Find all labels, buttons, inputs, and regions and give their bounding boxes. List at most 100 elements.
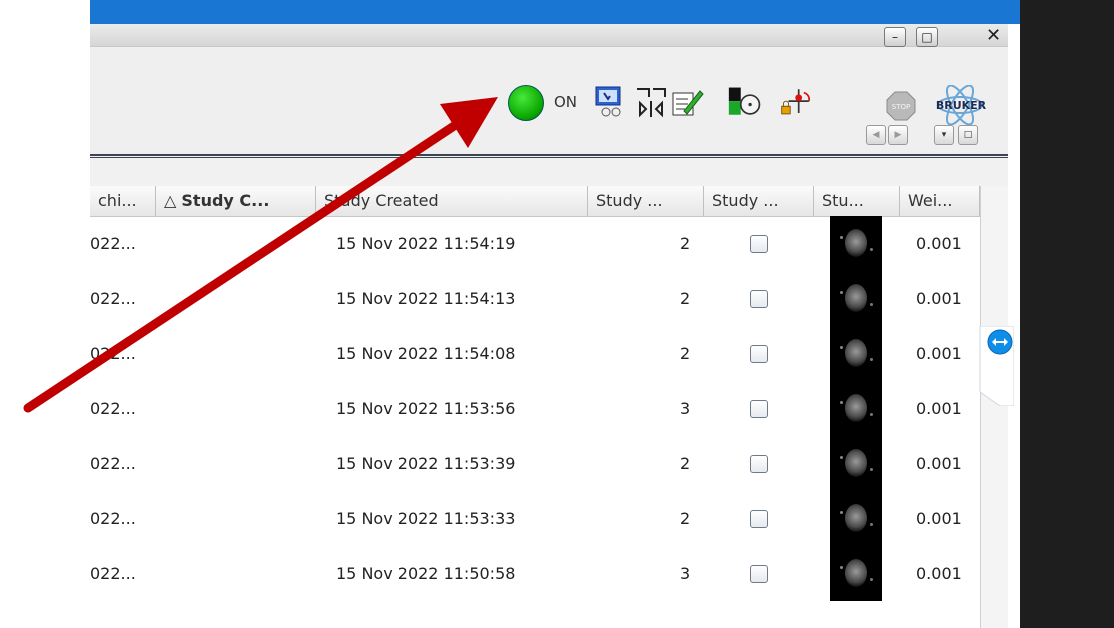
- table-row[interactable]: 022... 15 Nov 2022 11:53:56 3 0.001: [90, 381, 980, 436]
- table-row[interactable]: 022... 15 Nov 2022 11:54:13 2 0.001: [90, 271, 980, 326]
- study-thumbnail[interactable]: [830, 216, 882, 271]
- thumbnail-speck: [870, 248, 873, 251]
- weight-cell: 0.001: [916, 509, 962, 528]
- study-thumbnail[interactable]: [830, 546, 882, 601]
- thumbnail-image: [845, 449, 867, 477]
- sort-ascending-icon: △: [164, 191, 177, 210]
- table-header: chi... △ Study C... Study Created Study …: [90, 186, 980, 217]
- thumbnail-speck: [840, 291, 843, 294]
- minimize-button[interactable]: –: [884, 27, 906, 47]
- bruker-logo-icon: BRUKER: [936, 85, 987, 125]
- spectrometer-icon[interactable]: [634, 85, 668, 119]
- study-checkbox[interactable]: [750, 235, 768, 253]
- stop-icon[interactable]: STOP: [886, 91, 916, 121]
- thumbnail-speck: [840, 511, 843, 514]
- study-created-cell: 15 Nov 2022 11:54:13: [336, 289, 516, 308]
- study-thumbnail[interactable]: [830, 326, 882, 381]
- column-header[interactable]: Stu...: [814, 186, 900, 216]
- study-count-cell: 2: [680, 344, 691, 363]
- remote-support-tab-icon[interactable]: [974, 326, 1014, 406]
- study-table: chi... △ Study C... Study Created Study …: [90, 186, 980, 628]
- weight-cell: 0.001: [916, 289, 962, 308]
- app-window: – □ ✕ ON STOP BRUKER ◀ ▶ ▾ □ chi... △ St…: [90, 24, 1008, 628]
- edit-parameters-icon[interactable]: [670, 85, 704, 119]
- column-header[interactable]: Study Created: [316, 186, 588, 216]
- brand-label: BRUKER: [936, 99, 987, 112]
- table-row[interactable]: 022... 15 Nov 2022 11:54:08 2 0.001: [90, 326, 980, 381]
- thumbnail-image: [845, 559, 867, 587]
- panel-restore-button[interactable]: □: [958, 125, 978, 145]
- table-row[interactable]: 022... 15 Nov 2022 11:50:58 3 0.001: [90, 546, 980, 601]
- thumbnail-speck: [840, 566, 843, 569]
- column-header[interactable]: Study ...: [588, 186, 704, 216]
- study-created-cell: 15 Nov 2022 11:50:58: [336, 564, 516, 583]
- thumbnail-image: [845, 339, 867, 367]
- thumbnail-speck: [870, 578, 873, 581]
- table-row[interactable]: 022... 15 Nov 2022 11:53:39 2 0.001: [90, 436, 980, 491]
- row-id-cell: 022...: [90, 564, 136, 583]
- study-checkbox[interactable]: [750, 510, 768, 528]
- status-led-icon[interactable]: [508, 85, 544, 121]
- thumbnail-speck: [840, 346, 843, 349]
- study-count-cell: 3: [680, 564, 691, 583]
- thumbnail-speck: [870, 523, 873, 526]
- row-id-cell: 022...: [90, 289, 136, 308]
- study-created-cell: 15 Nov 2022 11:54:08: [336, 344, 516, 363]
- study-count-cell: 2: [680, 509, 691, 528]
- table-row[interactable]: 022... 15 Nov 2022 11:54:19 2 0.001: [90, 216, 980, 271]
- thumbnail-image: [845, 229, 867, 257]
- study-checkbox[interactable]: [750, 290, 768, 308]
- study-count-cell: 3: [680, 399, 691, 418]
- study-thumbnail[interactable]: [830, 491, 882, 546]
- sample-disk-icon[interactable]: [728, 85, 762, 119]
- thumbnail-image: [845, 394, 867, 422]
- acquisition-display-icon[interactable]: [594, 85, 628, 119]
- thumbnail-image: [845, 284, 867, 312]
- study-thumbnail[interactable]: [830, 381, 882, 436]
- view-menu-button[interactable]: ▾: [934, 125, 954, 145]
- column-header[interactable]: Study ...: [704, 186, 814, 216]
- prev-nav-button[interactable]: ◀: [866, 125, 886, 145]
- weight-cell: 0.001: [916, 234, 962, 253]
- toolbar: ON STOP BRUKER ◀ ▶ ▾ □: [90, 47, 1008, 155]
- thumbnail-speck: [870, 303, 873, 306]
- study-checkbox[interactable]: [750, 565, 768, 583]
- weight-cell: 0.001: [916, 399, 962, 418]
- vertical-scrollbar[interactable]: [980, 186, 1008, 628]
- table-row[interactable]: 022... 15 Nov 2022 11:53:33 2 0.001: [90, 491, 980, 546]
- close-button[interactable]: ✕: [986, 26, 1001, 46]
- thumbnail-image: [845, 504, 867, 532]
- row-id-cell: 022...: [90, 234, 136, 253]
- study-count-cell: 2: [680, 234, 691, 253]
- next-nav-button[interactable]: ▶: [888, 125, 908, 145]
- study-checkbox[interactable]: [750, 400, 768, 418]
- study-created-cell: 15 Nov 2022 11:54:19: [336, 234, 516, 253]
- column-header-sorted[interactable]: △ Study C...: [156, 186, 316, 216]
- window-title-bar: [90, 0, 1020, 24]
- thumbnail-speck: [870, 358, 873, 361]
- study-created-cell: 15 Nov 2022 11:53:56: [336, 399, 516, 418]
- study-thumbnail[interactable]: [830, 271, 882, 326]
- gradient-lock-icon[interactable]: [780, 85, 814, 119]
- study-thumbnail[interactable]: [830, 436, 882, 491]
- thumbnail-speck: [840, 401, 843, 404]
- row-id-cell: 022...: [90, 399, 136, 418]
- separator-line: [90, 154, 1008, 156]
- column-header[interactable]: Wei...: [900, 186, 980, 216]
- weight-cell: 0.001: [916, 344, 962, 363]
- status-label: ON: [554, 93, 578, 111]
- restore-button[interactable]: □: [916, 27, 938, 47]
- separator-line: [90, 157, 1008, 158]
- study-checkbox[interactable]: [750, 345, 768, 363]
- column-header[interactable]: chi...: [90, 186, 156, 216]
- window-header: – □ ✕: [90, 24, 1008, 47]
- thumbnail-speck: [870, 413, 873, 416]
- weight-cell: 0.001: [916, 564, 962, 583]
- study-checkbox[interactable]: [750, 455, 768, 473]
- study-count-cell: 2: [680, 454, 691, 473]
- study-count-cell: 2: [680, 289, 691, 308]
- thumbnail-speck: [840, 456, 843, 459]
- thumbnail-speck: [840, 236, 843, 239]
- thumbnail-speck: [870, 468, 873, 471]
- row-id-cell: 022...: [90, 344, 136, 363]
